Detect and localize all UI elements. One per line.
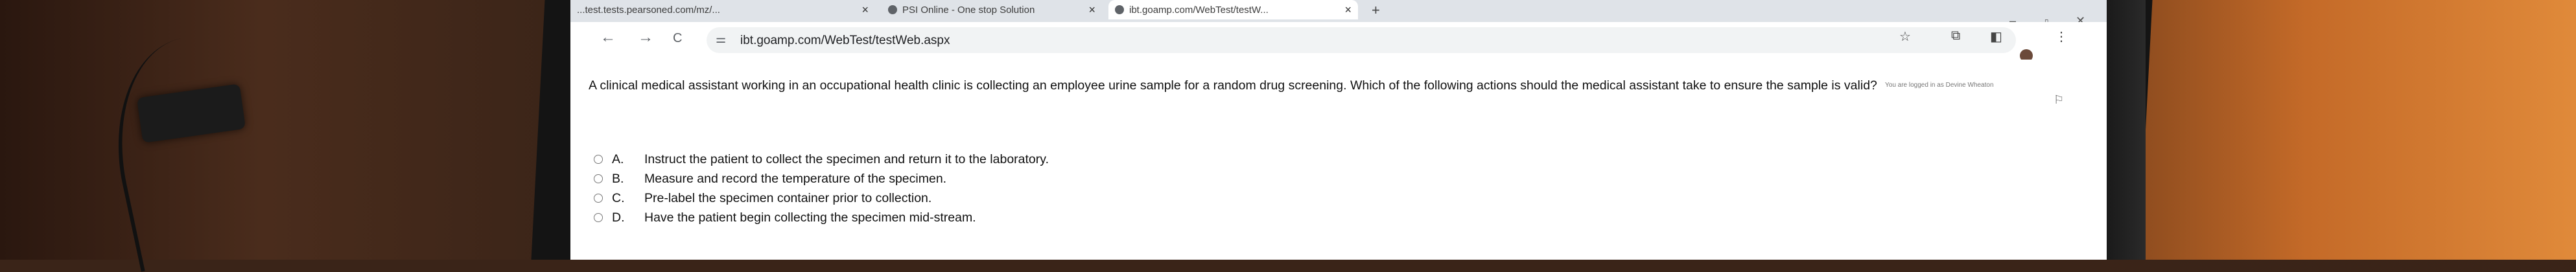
psi-favicon-icon [888,5,897,14]
tab-title: PSI Online - One stop Solution [902,4,1035,16]
radio-button[interactable] [594,155,603,164]
choice-text: Measure and record the temperature of th… [644,171,947,186]
close-tab-icon[interactable]: × [861,3,869,17]
extensions-icon[interactable]: ⧉ [1951,28,1960,43]
flag-question-icon[interactable]: ⚐ [2054,93,2064,107]
choice-letter: D. [612,210,625,225]
sidepanel-icon[interactable]: ◧ [1990,28,2002,45]
question-text: A clinical medical assistant working in … [589,78,1877,93]
choice-b[interactable]: B. Measure and record the temperature of… [594,171,946,187]
close-tab-icon[interactable]: × [1344,3,1352,17]
choice-letter: B. [612,171,624,186]
test-page: You are logged in as Devine Wheaton ⚐ A … [570,60,2107,260]
tab-psi-online[interactable]: PSI Online - One stop Solution × [882,0,1102,19]
desk-background-right [2126,0,2576,260]
browser-window: ...test.tests.pearsoned.com/mz/... × PSI… [570,0,2107,260]
url-text: ibt.goamp.com/WebTest/testWeb.aspx [740,34,950,47]
radio-button[interactable] [594,213,603,222]
tab-pearson[interactable]: ...test.tests.pearsoned.com/mz/... × [570,0,875,19]
tab-title: ibt.goamp.com/WebTest/testW... [1129,4,1269,16]
site-info-icon[interactable]: ⚌ [716,32,726,46]
choice-a[interactable]: A. Instruct the patient to collect the s… [594,152,1049,167]
radio-button[interactable] [594,174,603,183]
desk-background-left [0,0,583,260]
laptop-bezel-right [2107,0,2146,260]
choice-letter: A. [612,152,624,166]
choice-text: Pre-label the specimen container prior t… [644,190,932,205]
choice-d[interactable]: D. Have the patient begin collecting the… [594,210,976,225]
choice-text: Instruct the patient to collect the spec… [644,152,1049,166]
reload-icon[interactable]: C [673,31,682,46]
browser-toolbar: ← → C ⚌ ibt.goamp.com/WebTest/testWeb.as… [570,22,2107,60]
address-bar[interactable]: ⚌ ibt.goamp.com/WebTest/testWeb.aspx [707,27,2016,53]
menu-kebab-icon[interactable]: ⋮ [2055,28,2068,45]
forward-arrow-icon[interactable]: → [638,28,653,47]
tab-strip: ...test.tests.pearsoned.com/mz/... × PSI… [570,0,2107,27]
goamp-favicon-icon [1115,5,1124,14]
choice-text: Have the patient begin collecting the sp… [644,210,976,225]
radio-button[interactable] [594,194,603,203]
bookmark-star-icon[interactable]: ☆ [1899,28,1911,45]
close-tab-icon[interactable]: × [1088,3,1095,17]
tab-goamp[interactable]: ibt.goamp.com/WebTest/testW... × [1108,0,1358,19]
choice-c[interactable]: C. Pre-label the specimen container prio… [594,190,931,206]
tab-title: ...test.tests.pearsoned.com/mz/... [577,4,720,16]
choice-letter: C. [612,190,625,205]
new-tab-button[interactable]: + [1372,2,1380,19]
back-arrow-icon[interactable]: ← [600,28,616,47]
